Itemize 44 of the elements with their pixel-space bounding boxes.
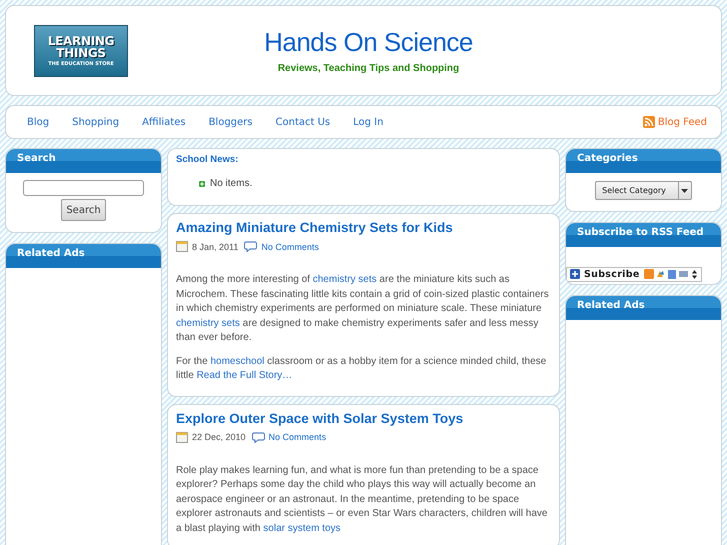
post-title[interactable]: Amazing Miniature Chemistry Sets for Kids xyxy=(176,220,551,235)
comments-link[interactable]: No Comments xyxy=(261,242,319,252)
nav-link[interactable]: Affiliates xyxy=(142,116,186,128)
bullet-icon xyxy=(199,180,205,186)
text-link[interactable]: homeschool xyxy=(210,356,264,366)
calendar-icon xyxy=(176,241,188,252)
category-dropdown[interactable]: Select Category xyxy=(595,181,692,200)
caret-icon xyxy=(681,188,688,192)
text-link[interactable]: Read the Full Story… xyxy=(196,370,292,381)
post-paragraph: For the homeschool classroom or as a hobby item for a science minded child, these little Read the Full Story… xyxy=(176,354,548,383)
nav-link[interactable]: Blog xyxy=(27,116,50,128)
comments-link[interactable]: No Comments xyxy=(268,432,326,442)
search-button[interactable]: Search xyxy=(61,199,106,221)
nav-link[interactable]: Log In xyxy=(353,116,384,128)
blog-feed-link[interactable]: Blog Feed xyxy=(642,116,707,128)
news-title: School News: xyxy=(176,154,240,165)
site-tagline: Reviews, Teaching Tips and Shopping xyxy=(276,63,460,74)
post-date: 8 Jan, 2011 xyxy=(192,242,238,252)
post-title[interactable]: Explore Outer Space with Solar System Toys xyxy=(176,410,551,426)
site-title[interactable]: Hands On Science xyxy=(128,27,609,58)
nav-link[interactable]: Contact Us xyxy=(276,116,330,128)
widget-title: Related Ads xyxy=(566,296,721,320)
nav-link[interactable]: Bloggers xyxy=(208,116,252,128)
widget-title: Search xyxy=(6,149,161,173)
speech-bubble-icon xyxy=(252,432,265,442)
updown-icon xyxy=(692,270,697,278)
plus-icon xyxy=(570,269,580,279)
post-paragraph: Among the more interesting of chemistry sets are the miniature kits such as Microchem. These fascinating little kits contain a grid of coin-sized plastic containers in which chemistry experiments are performed on miniature scale. These miniature chemistry sets are designed to make chemistry experiments safer and less messy than ever before. xyxy=(176,273,550,345)
text-link[interactable]: solar system toys xyxy=(263,522,341,534)
search-field[interactable] xyxy=(23,180,144,196)
subscribe-button[interactable]: Subscribe xyxy=(566,266,702,282)
speech-bubble-icon xyxy=(244,241,258,252)
calendar-icon xyxy=(176,432,188,442)
widget-title: Subscribe to RSS Feed xyxy=(566,223,721,247)
widget-title: Related Ads xyxy=(6,244,161,268)
post-date: 22 Dec, 2010 xyxy=(192,432,246,442)
news-item: No items. xyxy=(210,178,252,189)
widget-title: Categories xyxy=(566,149,721,173)
feed-icons-drawing xyxy=(644,269,688,279)
nav-link[interactable]: Shopping xyxy=(72,116,120,128)
rss-icon xyxy=(642,116,655,128)
post-paragraph: Role play makes learning fun, and what is more fun than pretending to be a space explorer? Perhaps some day the child who plays this way will actually become an aerospace engineer or an astronaut. In the meantime, pretending to be space explorer astronauts and scientists – or even Star Wars characters, children will have a blast playing with solar system toys xyxy=(176,464,548,536)
text-link[interactable]: chemistry sets xyxy=(176,318,240,328)
text-link[interactable]: chemistry sets xyxy=(312,274,377,285)
